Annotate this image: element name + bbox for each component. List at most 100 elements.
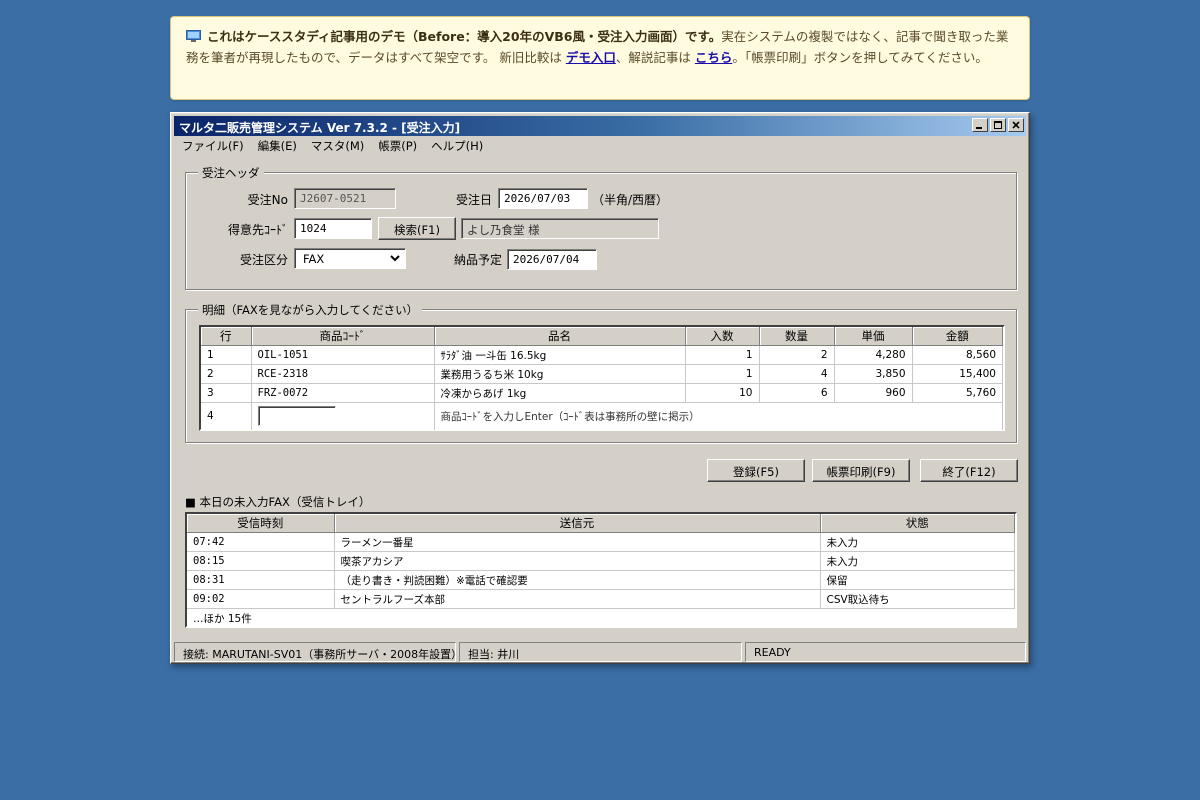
received-time: 08:31 (187, 570, 335, 590)
customer-code-field[interactable]: 1024 (294, 218, 372, 239)
menu-report[interactable]: 帳票(P) (378, 136, 425, 154)
row-number: 4 (201, 402, 252, 430)
product-code-input[interactable] (257, 406, 336, 427)
close-icon (1009, 119, 1023, 131)
fax-status: 未入力 (820, 551, 1015, 571)
notice-text-2: 、解説記事は (615, 50, 695, 65)
amount: 5,760 (912, 383, 1003, 403)
sender: ラーメン一番星 (334, 532, 821, 552)
details-grid: 行 商品ｺｰﾄﾞ 品名 入数 数量 単価 金額 1 OIL-1051 ｻﾗﾀﾞ油… (199, 325, 1005, 431)
quantity[interactable]: 4 (759, 364, 835, 384)
order-date-hint: （半角/西暦） (592, 193, 669, 207)
fax-status: 保留 (820, 570, 1015, 590)
menu-bar: ファイル(F) 編集(E) マスタ(M) 帳票(P) ヘルプ(H) (174, 136, 1026, 154)
register-button[interactable]: 登録(F5) (707, 459, 805, 482)
col-header-status[interactable]: 状態 (820, 514, 1015, 533)
table-row[interactable]: 3 FRZ-0072 冷凍からあげ 1kg 10 6 960 5,760 (201, 383, 1003, 403)
article-link[interactable]: こちら (695, 50, 733, 65)
sender: （走り書き・判読困難）※電話で確認要 (334, 570, 821, 590)
table-row[interactable]: 2 RCE-2318 業務用うるち米 10kg 1 4 3,850 15,400 (201, 364, 1003, 384)
product-code[interactable]: OIL-1051 (251, 345, 435, 365)
col-header-pack[interactable]: 入数 (685, 327, 760, 346)
product-name: 業務用うるち米 10kg (434, 364, 686, 384)
chevron-down-icon (390, 255, 400, 262)
amount: 15,400 (912, 364, 1003, 384)
input-row[interactable]: 4 商品ｺｰﾄﾞを入力しEnter（ｺｰﾄﾞ表は事務所の壁に掲示） (201, 402, 1003, 430)
pack-count[interactable]: 1 (685, 345, 760, 365)
demo-entry-link[interactable]: デモ入口 (566, 50, 616, 65)
received-time: 07:42 (187, 532, 335, 552)
menu-help[interactable]: ヘルプ(H) (431, 136, 491, 154)
order-header-legend: 受注ヘッダ (198, 165, 264, 181)
customer-code-label: 得意先ｺｰﾄﾞ (227, 223, 288, 237)
col-header-sender[interactable]: 送信元 (334, 514, 821, 533)
received-time: 08:15 (187, 551, 335, 571)
pack-count[interactable]: 1 (685, 364, 760, 384)
quantity[interactable]: 2 (759, 345, 835, 365)
product-code[interactable]: RCE-2318 (251, 364, 435, 384)
search-button[interactable]: 検索(F1) (378, 217, 456, 240)
quantity[interactable]: 6 (759, 383, 835, 403)
customer-name-field: よし乃食堂 様 (461, 218, 659, 239)
table-row[interactable]: 09:02 セントラルフーズ本部 CSV取込待ち (187, 589, 1015, 609)
order-type-select[interactable]: FAX (294, 248, 406, 269)
status-connection: 接続: MARUTANI-SV01（事務所サーバ・2008年設置） (174, 642, 456, 662)
minimize-button[interactable] (972, 118, 988, 132)
title-bar[interactable]: マルタ二販売管理システム Ver 7.3.2 - [受注入力] (174, 116, 1026, 136)
row-number: 3 (201, 383, 252, 403)
col-header-row[interactable]: 行 (201, 327, 252, 346)
unit-price[interactable]: 960 (834, 383, 913, 403)
new-product-code-cell (251, 402, 435, 430)
menu-file[interactable]: ファイル(F) (182, 136, 252, 154)
col-header-price[interactable]: 単価 (834, 327, 913, 346)
sender: 喫茶アカシア (334, 551, 821, 571)
input-hint: 商品ｺｰﾄﾞを入力しEnter（ｺｰﾄﾞ表は事務所の壁に掲示） (434, 402, 1003, 430)
order-type-label: 受注区分 (239, 253, 288, 267)
delivery-label: 納品予定 (453, 253, 502, 267)
monitor-icon (186, 30, 201, 42)
fax-tray-title: ■ 本日の未入力FAX（受信トレイ） (185, 495, 371, 509)
table-row[interactable]: 07:42 ラーメン一番星 未入力 (187, 532, 1015, 552)
minimize-icon (973, 119, 987, 131)
close-button[interactable] (1008, 118, 1024, 132)
col-header-code[interactable]: 商品ｺｰﾄﾞ (251, 327, 435, 346)
fax-status: 未入力 (820, 532, 1015, 552)
table-row[interactable]: 08:15 喫茶アカシア 未入力 (187, 551, 1015, 571)
col-header-received-time[interactable]: 受信時刻 (187, 514, 335, 533)
maximize-icon (991, 119, 1005, 131)
more-count: …ほか 15件 (193, 612, 252, 625)
fax-status: CSV取込待ち (820, 589, 1015, 609)
pack-count[interactable]: 10 (685, 383, 760, 403)
details-group: 明細（FAXを見ながら入力してください） 行 商品ｺｰﾄﾞ 品名 入数 数量 単… (185, 302, 1017, 443)
product-name: 冷凍からあげ 1kg (434, 383, 686, 403)
table-row[interactable]: 1 OIL-1051 ｻﾗﾀﾞ油 一斗缶 16.5kg 1 2 4,280 8,… (201, 345, 1003, 365)
product-code[interactable]: FRZ-0072 (251, 383, 435, 403)
table-row[interactable]: 08:31 （走り書き・判読困難）※電話で確認要 保留 (187, 570, 1015, 590)
amount: 8,560 (912, 345, 1003, 365)
sender: セントラルフーズ本部 (334, 589, 821, 609)
unit-price[interactable]: 4,280 (834, 345, 913, 365)
exit-button[interactable]: 終了(F12) (920, 459, 1018, 482)
print-report-button[interactable]: 帳票印刷(F9) (812, 459, 910, 482)
col-header-amount[interactable]: 金額 (912, 327, 1003, 346)
fax-tray-grid: 受信時刻 送信元 状態 07:42 ラーメン一番星 未入力 08:15 喫茶アカ… (185, 512, 1017, 628)
product-name: ｻﾗﾀﾞ油 一斗缶 16.5kg (434, 345, 686, 365)
maximize-button[interactable] (990, 118, 1006, 132)
received-time: 09:02 (187, 589, 335, 609)
window-title: マルタ二販売管理システム Ver 7.3.2 - [受注入力] (179, 121, 461, 135)
row-number: 2 (201, 364, 252, 384)
details-legend: 明細（FAXを見ながら入力してください） (198, 302, 423, 318)
row-number: 1 (201, 345, 252, 365)
app-window: マルタ二販売管理システム Ver 7.3.2 - [受注入力] ファイル(F) … (170, 112, 1030, 664)
delivery-date-field[interactable]: 2026/07/04 (507, 249, 597, 270)
order-no-label: 受注No (247, 193, 288, 207)
unit-price[interactable]: 3,850 (834, 364, 913, 384)
col-header-qty[interactable]: 数量 (759, 327, 835, 346)
status-user: 担当: 井川 (459, 642, 742, 662)
col-header-name[interactable]: 品名 (434, 327, 686, 346)
menu-edit[interactable]: 編集(E) (258, 136, 305, 154)
order-date-field[interactable]: 2026/07/03 (498, 188, 588, 209)
order-header-group: 受注ヘッダ 受注No J2607-0521 受注日 2026/07/03 （半角… (185, 165, 1017, 290)
order-no-field: J2607-0521 (294, 188, 396, 209)
menu-master[interactable]: マスタ(M) (311, 136, 372, 154)
